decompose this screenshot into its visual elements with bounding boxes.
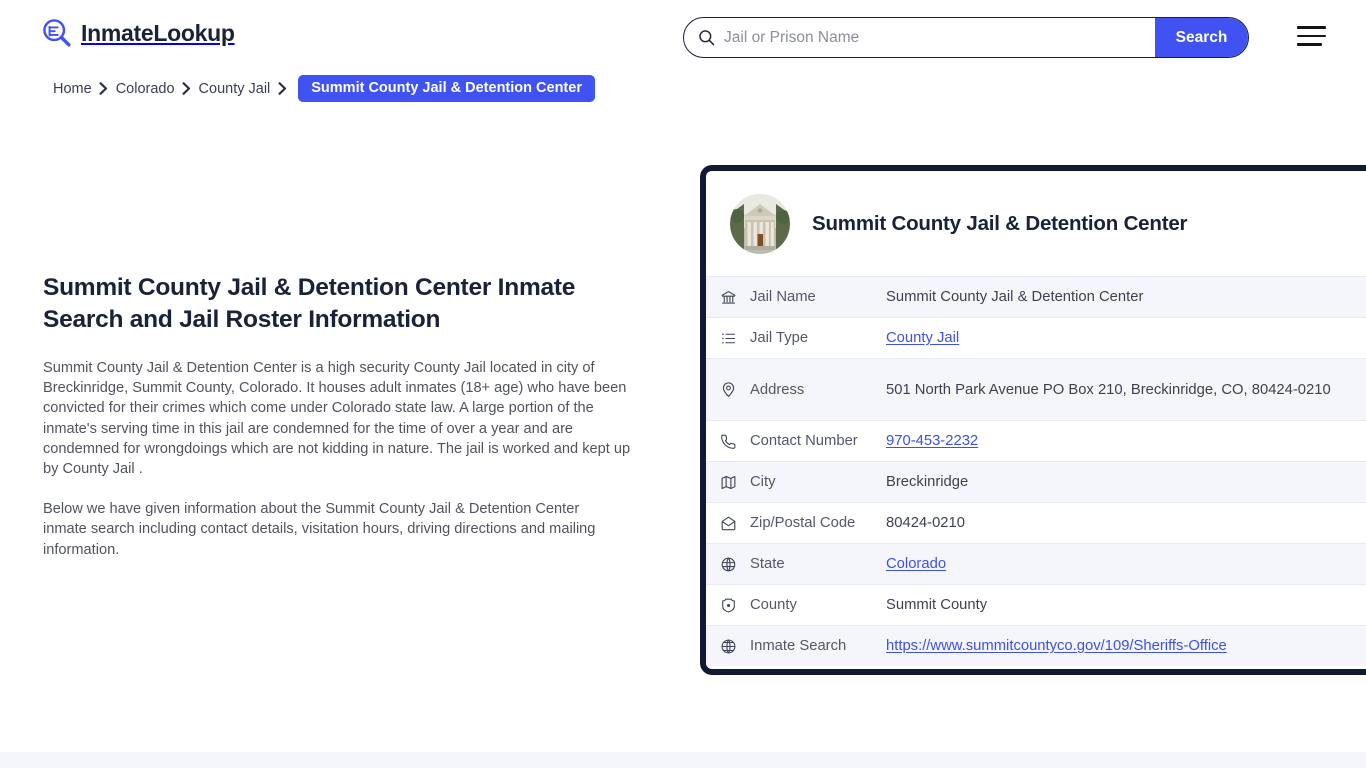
globe-icon — [706, 638, 750, 655]
row-value: 80424-0210 — [886, 515, 965, 531]
badge-icon — [706, 597, 750, 614]
table-row: City Breckinridge — [706, 461, 1366, 502]
row-label: Contact Number — [750, 433, 858, 449]
row-value: Summit County Jail & Detention Center — [886, 289, 1144, 305]
table-row: State Colorado — [706, 543, 1366, 584]
hamburger-line — [1297, 34, 1326, 38]
search-icon — [698, 29, 715, 46]
breadcrumb-current-page: Summit County Jail & Detention Center — [298, 75, 595, 102]
row-value: 501 North Park Avenue PO Box 210, Brecki… — [886, 381, 1331, 398]
hamburger-line — [1297, 43, 1322, 46]
jail-type-link[interactable]: County Jail — [886, 330, 959, 346]
state-link[interactable]: Colorado — [886, 556, 946, 572]
jail-details-table: Jail Name Summit County Jail & Detention… — [706, 276, 1366, 666]
breadcrumb-item-county-jail[interactable]: County Jail — [199, 81, 271, 97]
row-value: Colorado — [886, 554, 1366, 574]
jail-info-card: Summit County Jail & Detention Center Ja… — [700, 165, 1366, 675]
table-row: Jail Name Summit County Jail & Detention… — [706, 276, 1366, 317]
table-row: Address 501 North Park Avenue PO Box 210… — [706, 358, 1366, 420]
page-title: Summit County Jail & Detention Center In… — [43, 274, 576, 333]
contact-number-link[interactable]: 970-453-2232 — [886, 433, 978, 449]
hamburger-line — [1297, 26, 1326, 29]
article-column: Summit County Jail & Detention Center In… — [43, 272, 635, 560]
site-header: InmateLookup Search — [0, 0, 1366, 72]
row-label: Zip/Postal Code — [750, 515, 856, 531]
envelope-icon — [706, 515, 750, 532]
intro-paragraph: Summit County Jail & Detention Center is… — [43, 360, 631, 478]
row-value: Breckinridge — [886, 474, 969, 490]
row-label: County — [750, 597, 797, 613]
row-label: Address — [750, 381, 805, 398]
courthouse-building-photo — [730, 194, 790, 254]
hamburger-menu-icon[interactable] — [1296, 25, 1328, 47]
search-button[interactable]: Search — [1155, 18, 1248, 57]
phone-icon — [706, 433, 750, 450]
map-icon — [706, 474, 750, 491]
chevron-right-icon — [175, 82, 199, 96]
breadcrumb-item-home[interactable]: Home — [53, 81, 92, 97]
card-title: Summit County Jail & Detention Center — [812, 212, 1188, 235]
globe-state-icon — [706, 556, 750, 573]
table-row: Zip/Postal Code 80424-0210 — [706, 502, 1366, 543]
table-row: Inmate Search https://www.summitcountyco… — [706, 625, 1366, 666]
brand-logo-link[interactable]: InmateLookup — [42, 18, 235, 48]
inmate-search-link[interactable]: https://www.summitcountyco.gov/109/Sheri… — [886, 638, 1227, 654]
search-input[interactable] — [724, 28, 1155, 47]
search-bar: Search — [683, 17, 1249, 58]
page-root: InmateLookup Search Home — [0, 0, 1366, 768]
secondary-paragraph: Below we have given information about th… — [43, 501, 596, 558]
table-row: Contact Number 970-453-2232 — [706, 420, 1366, 461]
magnifier-list-logo-icon — [42, 18, 72, 48]
row-value: County Jail — [886, 328, 1366, 348]
table-row: Jail Type County Jail — [706, 317, 1366, 358]
breadcrumb: Home Colorado County Jail Summit County … — [53, 75, 595, 102]
row-label: Jail Type — [750, 330, 809, 346]
card-header: Summit County Jail & Detention Center — [706, 171, 1366, 276]
search-field — [684, 18, 1155, 57]
brand-name: InmateLookup — [81, 19, 235, 46]
list-icon — [706, 330, 750, 347]
row-label: State — [750, 556, 785, 572]
chevron-right-icon — [270, 82, 294, 96]
row-value: https://www.summitcountyco.gov/109/Sheri… — [886, 636, 1366, 656]
breadcrumb-item-colorado[interactable]: Colorado — [116, 81, 175, 97]
map-pin-icon — [706, 381, 750, 398]
row-value: 970-453-2232 — [886, 431, 1366, 451]
row-label: Inmate Search — [750, 638, 847, 654]
row-label: Jail Name — [750, 289, 816, 305]
row-value: Summit County — [886, 597, 988, 613]
chevron-right-icon — [92, 82, 116, 96]
row-label: City — [750, 474, 776, 490]
table-row: County Summit County — [706, 584, 1366, 625]
footer-band — [0, 752, 1366, 768]
bank-icon — [706, 289, 750, 306]
